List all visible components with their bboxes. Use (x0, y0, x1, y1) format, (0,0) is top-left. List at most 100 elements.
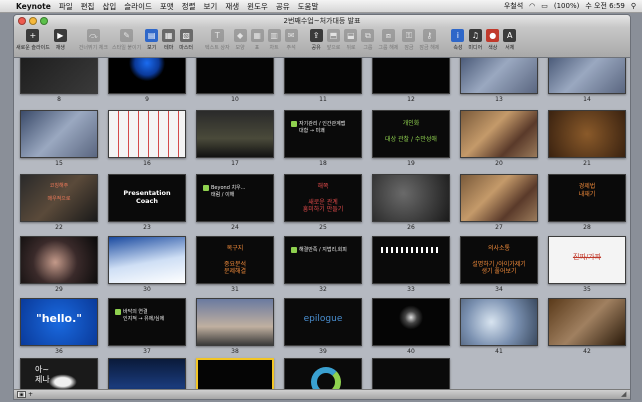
slide-number: 26 (407, 224, 415, 231)
battery-icon[interactable]: ▭ (541, 2, 548, 10)
slide-thumbnail-34[interactable]: 의사소통 설명하기 /아이가제기 생기 풀어보기 (460, 236, 538, 284)
slide-thumbnail-35[interactable]: 진짜/가짜 (548, 236, 626, 284)
toolbar-colors-button[interactable]: ● 색상 (486, 29, 500, 51)
toolbar-theme-button[interactable]: ▦ 테마 (162, 29, 176, 51)
toolbar-label: 앞으로 (326, 45, 341, 51)
slide-thumbnail-46[interactable] (284, 358, 362, 391)
menu-help[interactable]: 도움말 (298, 1, 319, 12)
toolbar-textbox-button[interactable]: T 텍스트 상자 (205, 29, 230, 51)
toolbar-label: 색상 (488, 45, 498, 51)
toolbar-share-button[interactable]: ⇪ 공유 (309, 29, 323, 51)
menu-slide[interactable]: 슬라이드 (124, 1, 152, 12)
slide-thumbnail-16[interactable] (108, 110, 186, 158)
slide-thumbnail-40[interactable] (372, 298, 450, 346)
slide-thumbnail-32[interactable]: 해결만족 / 지법리,회피 (284, 236, 362, 284)
slide-thumbnail-9[interactable] (108, 58, 186, 94)
slide-thumbnail-44[interactable]: 저 길을 속으로... (108, 358, 186, 391)
toolbar-comment-button[interactable]: ✉ 주석 (284, 29, 298, 51)
slide-thumbnail-19[interactable]: 개인화 대상 관찰 / 수만성애 (372, 110, 450, 158)
slide-thumbnail-20[interactable] (460, 110, 538, 158)
slide-thumbnail-26[interactable] (372, 174, 450, 222)
clock[interactable]: 수 오전 6:59 (585, 1, 625, 11)
slide-number: 37 (143, 348, 151, 355)
toolbar-plus-button[interactable]: + 새로운 슬라이드 (16, 29, 50, 51)
slide-thumbnail-38[interactable] (196, 298, 274, 346)
toolbar-fonts-button[interactable]: A 서체 (503, 29, 517, 51)
user-name[interactable]: 우철석 (504, 1, 523, 11)
slide-thumbnail-13[interactable] (460, 58, 538, 94)
resize-handle-icon[interactable]: ◢ (621, 390, 629, 398)
slide-number: 16 (143, 160, 151, 167)
toolbar-front-button[interactable]: ⬒ 앞으로 (326, 29, 341, 51)
slide-thumbnail-47[interactable]: thank you (372, 358, 450, 391)
slide-thumbnail-36[interactable]: "hello." (20, 298, 98, 346)
toolbar-media-button[interactable]: ♫ 미디어 (468, 29, 482, 51)
slide-thumbnail-33[interactable] (372, 236, 450, 284)
slide-thumbnail-41[interactable] (460, 298, 538, 346)
spotlight-icon[interactable]: ⚲ (631, 2, 636, 10)
toolbar-play-button[interactable]: ▶ 재생 (53, 29, 67, 51)
menu-format[interactable]: 포맷 (160, 1, 174, 12)
toolbar-ungroup-button[interactable]: ⧈ 그룹 해제 (378, 29, 398, 51)
slide-thumbnail-21[interactable] (548, 110, 626, 158)
menu-share[interactable]: 공유 (276, 1, 290, 12)
slide-thumbnail-30[interactable] (108, 236, 186, 284)
title-bar[interactable]: 2번째수업~처가대등 발표 (14, 15, 630, 27)
slide-thumbnail-17[interactable] (196, 110, 274, 158)
menu-insert[interactable]: 삽입 (102, 1, 116, 12)
wifi-icon[interactable]: ◠ (529, 2, 535, 10)
slide-thumbnail-18[interactable]: 자기관리 / 인간관계맵 대함 → 미쾌 (284, 110, 362, 158)
menu-view[interactable]: 보기 (204, 1, 218, 12)
slide-number: 42 (583, 348, 591, 355)
toolbar-back-button[interactable]: ⬓ 뒤로 (344, 29, 358, 51)
menu-play[interactable]: 재생 (225, 1, 239, 12)
toolbar-view-button[interactable]: ▤ 보기 (145, 29, 159, 51)
toolbar-brush-button[interactable]: ✎ 스타일 붙이기 (112, 29, 141, 51)
slide-thumbnail-29[interactable] (20, 236, 98, 284)
slide-thumbnail-23[interactable]: Presentation Coach (108, 174, 186, 222)
slide-thumbnail-22[interactable]: 코칭해주 매우적으로 (20, 174, 98, 222)
app-menu[interactable]: Keynote (16, 2, 51, 11)
toolbar-skip-button[interactable]: ⤼ 건너뛰기 체크 (79, 29, 108, 51)
slide-thumbnail-25[interactable]: 해쪽 새로운 관계 흥미하기 만들기 (284, 174, 362, 222)
slide-thumbnail-45[interactable] (196, 358, 274, 391)
menu-arrange[interactable]: 정렬 (182, 1, 196, 12)
view-mode-button[interactable]: ▣ (17, 391, 26, 398)
slide-thumbnail-10[interactable] (196, 58, 274, 94)
slide-thumbnail-28[interactable]: 경제법 내재기 (548, 174, 626, 222)
toolbar-unlock-button[interactable]: ⚷ 잠금 해제 (419, 29, 439, 51)
slide-thumbnail-15[interactable] (20, 110, 98, 158)
slide-thumbnail-39[interactable]: epilogue (284, 298, 362, 346)
slide-number: 22 (55, 224, 63, 231)
light-table-view[interactable]: 8 9 10 11 12 13 14 15 16 17 자기관리 / 인간관계맵 대함 → 미쾌 18… (14, 58, 630, 391)
slide-thumbnail-31[interactable]: 복구지 중요분석 문제해결 (196, 236, 274, 284)
slide-number: 20 (495, 160, 503, 167)
slide-thumbnail-11[interactable] (284, 58, 362, 94)
shape-icon: ◆ (233, 29, 247, 42)
slide-thumbnail-8[interactable] (20, 58, 98, 94)
slide-thumbnail-42[interactable] (548, 298, 626, 346)
add-slide-icon[interactable]: + (28, 391, 35, 398)
toolbar-master-button[interactable]: ▧ 마스터 (179, 29, 193, 51)
theme-icon: ▦ (162, 29, 176, 42)
toolbar-group-button[interactable]: ⧉ 그룹 (361, 29, 375, 51)
slide-thumbnail-14[interactable] (548, 58, 626, 94)
menu-file[interactable]: 파일 (59, 1, 73, 12)
slide-text: 자기관리 / 인간관계맵 대함 → 미쾌 (299, 121, 346, 134)
slide-thumbnail-37[interactable]: 바닥의 연결 인지적 → 유에/심에 (108, 298, 186, 346)
slide-text: 코칭해주 매우적으로 (47, 183, 71, 202)
slide-number: 36 (55, 348, 63, 355)
toolbar-shape-button[interactable]: ◆ 모양 (233, 29, 247, 51)
slide-thumbnail-12[interactable] (372, 58, 450, 94)
menu-edit[interactable]: 편집 (81, 1, 95, 12)
toolbar-label: 그룹 (363, 45, 373, 51)
slide-number: 34 (495, 286, 503, 293)
toolbar-info-button[interactable]: i 속성 (451, 29, 465, 51)
slide-thumbnail-24[interactable]: Beyond 치우... 태럼 / 이해 (196, 174, 274, 222)
slide-thumbnail-43[interactable]: 아~ 제나 (20, 358, 98, 391)
menu-window[interactable]: 윈도우 (247, 1, 268, 12)
toolbar-table-button[interactable]: ▦ 표 (250, 29, 264, 51)
toolbar-chart-button[interactable]: ▥ 차트 (267, 29, 281, 51)
slide-thumbnail-27[interactable] (460, 174, 538, 222)
toolbar-lock-button[interactable]: ⚿ 잠금 (402, 29, 416, 51)
